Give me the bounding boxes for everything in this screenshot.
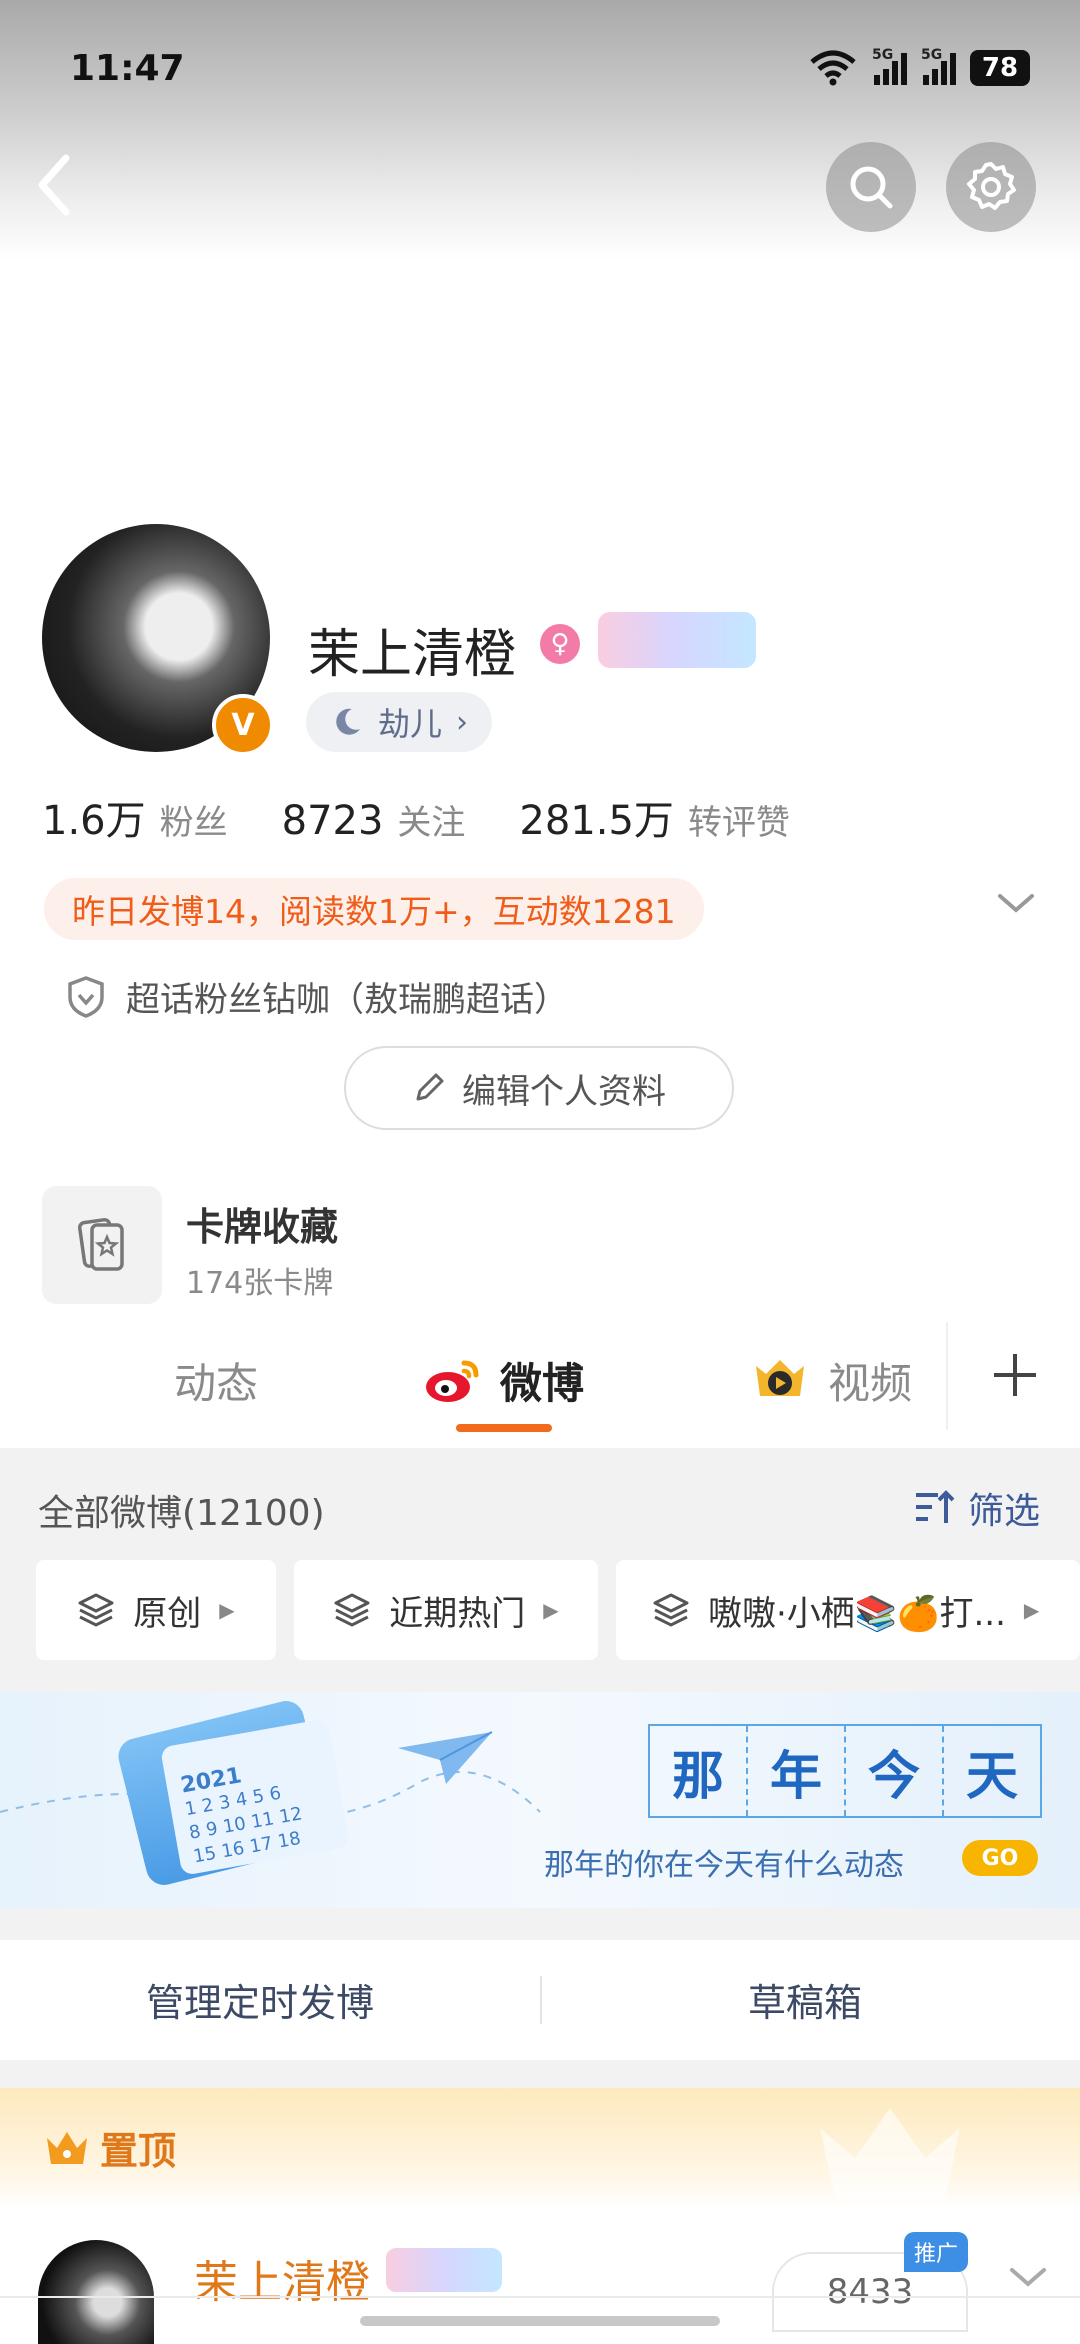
chevron-down-icon	[1010, 2268, 1046, 2287]
drafts-button[interactable]: 草稿箱	[748, 1972, 862, 2027]
filter-button[interactable]: 筛选	[914, 1482, 1040, 1534]
crown-icon	[47, 2131, 87, 2164]
all-posts-count: 全部微博(12100)	[38, 1493, 325, 1534]
status-icons: 5G 5G 78	[808, 47, 1030, 86]
followers-label[interactable]: 粉丝	[160, 795, 228, 844]
card-star-icon	[77, 1218, 124, 1271]
weibo-icon	[426, 1360, 479, 1402]
tab-dynamic[interactable]: 动态	[174, 1350, 258, 1411]
moon-icon	[336, 708, 360, 735]
on-this-day-title: 那 年 今 天	[648, 1724, 1042, 1818]
search-icon	[850, 166, 893, 209]
chevron-down-icon	[998, 894, 1034, 913]
card-collection-count: 174张卡牌	[186, 1266, 334, 1301]
tab-dynamic-label: 动态	[174, 1359, 259, 1408]
crown-watermark-icon	[820, 2108, 960, 2198]
search-button[interactable]	[826, 142, 916, 232]
female-icon: ♀	[540, 624, 580, 664]
paper-plane-icon	[398, 1731, 493, 1784]
chip-collection-label: 嗷嗷·小栖📚🍊打...	[708, 1593, 1006, 1634]
activity-summary[interactable]: 昨日发博14，阅读数1万+，互动数1281	[44, 878, 704, 940]
filter-label: 筛选	[968, 1491, 1041, 1532]
caret-right-icon: ▶	[219, 1598, 235, 1622]
layers-icon	[78, 1593, 114, 1627]
video-crown-icon	[756, 1359, 804, 1396]
tab-active-indicator	[456, 1424, 552, 1432]
chip-original[interactable]: 原创 ▶	[36, 1560, 276, 1660]
member-badge-icon[interactable]	[598, 612, 756, 668]
wifi-icon	[810, 50, 856, 86]
signal-icon-1: 5G	[872, 47, 907, 85]
caret-right-icon: ▶	[543, 1598, 559, 1622]
scheduled-posts-button[interactable]: 管理定时发博	[146, 1972, 374, 2027]
on-this-day-banner[interactable]: 2021 1 2 3 4 5 68 9 10 11 12 15 16 17 18 …	[0, 1692, 1080, 1908]
chip-original-label: 原创	[133, 1593, 202, 1634]
title-char: 今	[846, 1726, 944, 1816]
manage-divider	[540, 1976, 542, 2024]
post-author[interactable]: 茉上清橙	[194, 2246, 370, 2310]
username: 茉上清橙	[308, 625, 517, 685]
followers-count[interactable]: 1.6万	[42, 788, 146, 846]
level-label: 劫儿	[378, 705, 443, 743]
member-badge-icon	[386, 2248, 502, 2292]
chevron-right-icon: ›	[456, 704, 469, 740]
card-collection-thumb[interactable]	[42, 1186, 162, 1304]
settings-button[interactable]	[946, 142, 1036, 232]
expand-button[interactable]	[996, 888, 1036, 922]
card-collection-title[interactable]: 卡牌收藏	[186, 1196, 338, 1251]
on-this-day-subtitle: 那年的你在今天有什么动态	[544, 1848, 904, 1883]
gear-icon	[967, 162, 1016, 210]
edit-profile-button[interactable]: 编辑个人资料	[344, 1046, 734, 1130]
edit-profile-label: 编辑个人资料	[462, 1071, 666, 1112]
tab-divider	[946, 1322, 948, 1430]
layers-icon	[653, 1593, 689, 1627]
title-char: 那	[650, 1726, 748, 1816]
tab-video-label: 视频	[828, 1359, 913, 1408]
level-pill[interactable]: 劫儿 ›	[306, 692, 493, 752]
chip-recent-hot-label: 近期热门	[389, 1593, 526, 1634]
supertopic-row[interactable]: 超话粉丝钻咖（敖瑞鹏超话）	[66, 972, 568, 1021]
go-button[interactable]: GO	[962, 1840, 1038, 1876]
shield-icon	[68, 975, 104, 1018]
tab-weibo-label: 微博	[500, 1359, 585, 1408]
likes-count: 281.5万	[519, 798, 674, 844]
tab-video[interactable]: 视频	[750, 1350, 912, 1411]
layers-icon	[334, 1593, 370, 1627]
verified-badge: V	[212, 694, 274, 756]
home-indicator[interactable]	[360, 2316, 720, 2326]
battery-indicator: 78	[970, 50, 1030, 86]
profile-stats: 1.6万 粉丝 8723 关注 281.5万 转评赞	[42, 788, 844, 846]
caret-right-icon: ▶	[1023, 1598, 1040, 1622]
signal-icon-2: 5G	[921, 47, 956, 85]
supertopic-label: 超话粉丝钻咖（敖瑞鹏超话）	[126, 980, 568, 1020]
chevron-left-icon	[38, 154, 70, 216]
network-type-label: 5G	[872, 47, 894, 63]
pinned-label: 置顶	[100, 2129, 177, 2173]
network-type-label: 5G	[921, 47, 943, 63]
post-avatar[interactable]	[38, 2240, 154, 2344]
post-menu-button[interactable]	[1008, 2262, 1048, 2296]
following-count[interactable]: 8723	[282, 798, 384, 844]
bottom-divider	[0, 2296, 1080, 2298]
status-time: 11:47	[70, 48, 185, 89]
title-char: 年	[748, 1726, 846, 1816]
chip-recent-hot[interactable]: 近期热门 ▶	[294, 1560, 598, 1660]
section-gap	[0, 1908, 1080, 1940]
title-char: 天	[965, 1745, 1018, 1807]
promo-badge[interactable]: 推广	[904, 2232, 968, 2272]
pinned-label-row: 置顶	[44, 2120, 176, 2175]
following-label[interactable]: 关注	[397, 795, 465, 844]
tab-weibo[interactable]: 微博	[424, 1350, 584, 1411]
header-background	[0, 0, 1080, 260]
pencil-icon	[416, 1073, 444, 1101]
back-button[interactable]	[34, 150, 74, 224]
chip-collection[interactable]: 嗷嗷·小栖📚🍊打... ▶	[616, 1560, 1080, 1660]
likes-label: 转评赞	[687, 803, 790, 843]
filter-icon	[916, 1490, 955, 1523]
section-gap	[0, 2060, 1080, 2088]
plus-icon	[994, 1354, 1036, 1396]
add-tab-button[interactable]	[990, 1350, 1040, 1410]
